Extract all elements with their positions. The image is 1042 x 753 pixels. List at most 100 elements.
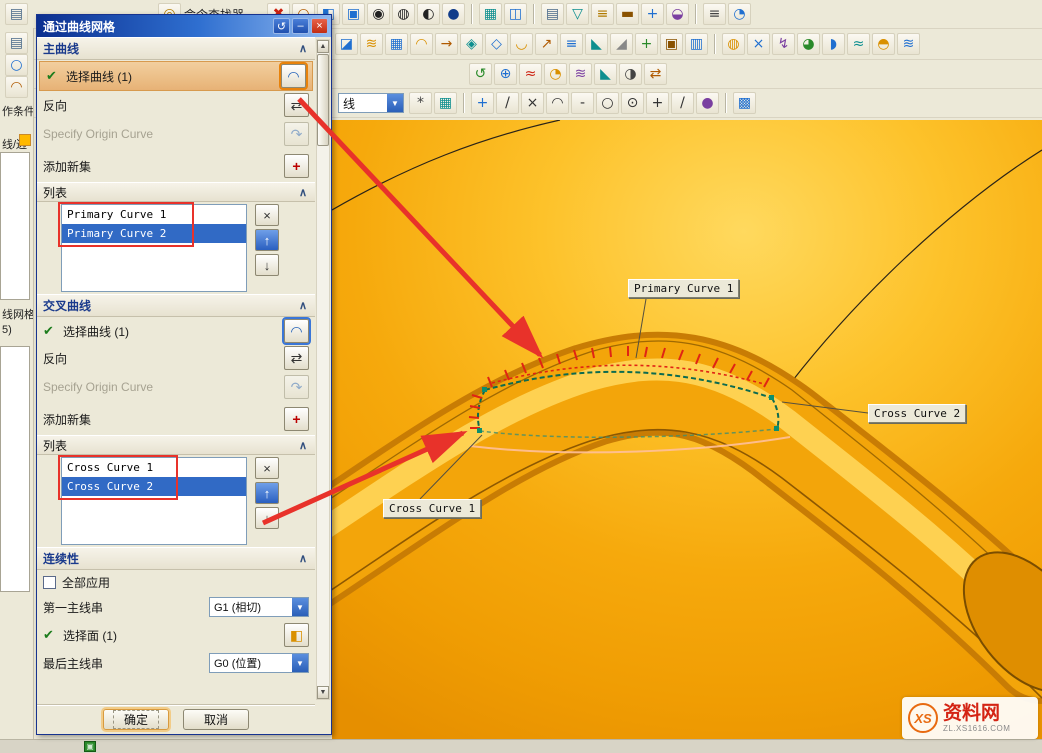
- move-object-icon[interactable]: +: [641, 3, 664, 25]
- freeform-wave-icon[interactable]: ≋: [897, 33, 920, 55]
- dialog-scrollbar[interactable]: ▲ ▼: [316, 39, 330, 700]
- swept-icon[interactable]: ◠: [410, 33, 433, 55]
- offset-surface-icon[interactable]: ≡: [560, 33, 583, 55]
- styled-blend-icon[interactable]: ≈: [847, 33, 870, 55]
- reflection-analysis-icon[interactable]: ◑: [619, 63, 642, 85]
- list-item[interactable]: Primary Curve 1: [62, 205, 246, 224]
- measure-icon[interactable]: ▬: [616, 3, 639, 25]
- first-primary-dropdown[interactable]: G1 (相切) ▼: [209, 597, 309, 617]
- scrollbar-thumb[interactable]: [317, 54, 329, 146]
- extrude-cube-icon[interactable]: ▣: [342, 3, 365, 25]
- primary-add-set-button[interactable]: +: [284, 154, 309, 178]
- curve-comb-analysis-icon[interactable]: ≈: [519, 63, 542, 85]
- spreadsheet-icon[interactable]: ▤: [541, 3, 564, 25]
- annotation-cross-curve-1[interactable]: Cross Curve 1: [383, 499, 481, 518]
- untrim-icon[interactable]: ◢: [610, 33, 633, 55]
- primary-select-curve-row[interactable]: ✔ 选择曲线 (1) ◠: [39, 61, 313, 91]
- scroll-down-icon[interactable]: ▼: [317, 686, 329, 699]
- chevron-down-icon[interactable]: ▼: [292, 598, 308, 616]
- remove-item-button[interactable]: ×: [255, 204, 279, 226]
- quadrant-snap-icon[interactable]: ⊙: [621, 92, 644, 114]
- cross-reverse-button[interactable]: ⇄: [284, 346, 309, 370]
- move-up-button[interactable]: ↑: [255, 482, 279, 504]
- ruled-surface-icon[interactable]: ◪: [335, 33, 358, 55]
- primary-curve-list[interactable]: Primary Curve 1 Primary Curve 2: [61, 204, 247, 292]
- subtract-icon[interactable]: ◍: [392, 3, 415, 25]
- list-item[interactable]: Cross Curve 1: [62, 458, 246, 477]
- primary-reverse-button[interactable]: ⇄: [284, 93, 309, 117]
- collapse-chevron-icon[interactable]: ∧: [299, 439, 307, 452]
- law-extension-icon[interactable]: ↗: [535, 33, 558, 55]
- cancel-button[interactable]: 取消: [183, 709, 249, 730]
- cross-add-set-button[interactable]: +: [284, 407, 309, 431]
- left-list-area-1[interactable]: [0, 152, 30, 300]
- list-item[interactable]: Cross Curve 2: [62, 477, 246, 496]
- dialog-minimize-button[interactable]: –: [292, 18, 309, 34]
- left-list-area-2[interactable]: [0, 346, 30, 592]
- face-blend-icon[interactable]: ◗: [822, 33, 845, 55]
- mirror-feature-icon[interactable]: ◫: [504, 3, 527, 25]
- gap-flushness-icon[interactable]: ⇄: [644, 63, 667, 85]
- edge-blend-icon[interactable]: ◕: [797, 33, 820, 55]
- cross-select-curve-row[interactable]: ✔ 选择曲线 (1) ◠: [37, 317, 315, 345]
- highlight-lines-icon[interactable]: ≋: [569, 63, 592, 85]
- circle-center-snap-icon[interactable]: ○: [596, 92, 619, 114]
- move-up-button[interactable]: ↑: [255, 229, 279, 251]
- sew-icon[interactable]: +: [635, 33, 658, 55]
- view-orient-icon[interactable]: ◔: [728, 3, 751, 25]
- dialog-close-button[interactable]: ×: [311, 18, 328, 34]
- intersect-icon[interactable]: ◐: [417, 3, 440, 25]
- graphics-viewport[interactable]: Primary Curve 1 Cross Curve 2 Cross Curv…: [332, 120, 1042, 739]
- collapse-chevron-icon[interactable]: ∧: [299, 299, 307, 312]
- type-filter-combobox[interactable]: 线 ▼: [338, 93, 404, 113]
- document-icon[interactable]: ▤: [5, 3, 28, 25]
- sphere-icon[interactable]: ●: [442, 3, 465, 25]
- thicken-icon[interactable]: ▣: [660, 33, 683, 55]
- move-handles-icon[interactable]: +: [471, 92, 494, 114]
- primary-list-header[interactable]: 列表 ∧: [37, 182, 315, 202]
- taskbar-part-icon[interactable]: ▣: [84, 741, 96, 752]
- chevron-down-icon[interactable]: ▼: [387, 94, 403, 112]
- endpoint-snap-icon[interactable]: /: [496, 92, 519, 114]
- annotation-cross-curve-2[interactable]: Cross Curve 2: [868, 404, 966, 423]
- i-form-icon[interactable]: ↯: [772, 33, 795, 55]
- sphere-point-icon[interactable]: ●: [696, 92, 719, 114]
- collapse-chevron-icon[interactable]: ∧: [299, 42, 307, 55]
- show-hide-icon[interactable]: ◒: [666, 3, 689, 25]
- part-filter-icon[interactable]: ▽: [566, 3, 589, 25]
- shaded-view-icon[interactable]: ▩: [733, 92, 756, 114]
- draft-analysis-icon[interactable]: ◣: [594, 63, 617, 85]
- primary-curves-group-header[interactable]: 主曲线 ∧: [37, 37, 315, 60]
- cross-curves-group-header[interactable]: 交叉曲线 ∧: [37, 294, 315, 317]
- arc-center-snap-icon[interactable]: ◠: [546, 92, 569, 114]
- layer-settings-icon[interactable]: ≡: [703, 3, 726, 25]
- primary-select-curve-button[interactable]: ◠: [281, 64, 306, 88]
- point-on-curve-snap-icon[interactable]: +: [646, 92, 669, 114]
- scroll-up-icon[interactable]: ▲: [317, 40, 329, 53]
- apply-all-checkbox[interactable]: [43, 576, 56, 589]
- section-analysis-icon[interactable]: ◔: [544, 63, 567, 85]
- circle-tool-icon[interactable]: ○: [5, 54, 28, 76]
- list-item[interactable]: Primary Curve 2: [62, 224, 246, 243]
- collapse-chevron-icon[interactable]: ∧: [299, 186, 307, 199]
- cross-curve-list[interactable]: Cross Curve 1 Cross Curve 2: [61, 457, 247, 545]
- snap-point-icon[interactable]: *: [409, 92, 432, 114]
- through-curve-mesh-icon[interactable]: ▦: [385, 33, 408, 55]
- sweep-along-guide-icon[interactable]: →: [435, 33, 458, 55]
- deviation-gauge-icon[interactable]: ↺: [469, 63, 492, 85]
- cross-select-curve-button[interactable]: ◠: [284, 319, 309, 343]
- quilt-icon[interactable]: ▥: [685, 33, 708, 55]
- chevron-down-icon[interactable]: ▼: [292, 654, 308, 672]
- last-primary-dropdown[interactable]: G0 (位置) ▼: [209, 653, 309, 673]
- dialog-titlebar[interactable]: 通过曲线网格 ↺ – ×: [37, 15, 331, 37]
- x-form-icon[interactable]: ×: [747, 33, 770, 55]
- doc-icon[interactable]: ▤: [5, 32, 28, 54]
- continuity-group-header[interactable]: 连续性 ∧: [37, 547, 315, 570]
- midpoint-snap-icon[interactable]: -: [571, 92, 594, 114]
- unite-icon[interactable]: ◉: [367, 3, 390, 25]
- select-face-button[interactable]: ◧: [284, 623, 309, 647]
- fit-view-icon[interactable]: ⊕: [494, 63, 517, 85]
- global-shaping-icon[interactable]: ◓: [872, 33, 895, 55]
- bounded-plane-icon[interactable]: ◇: [485, 33, 508, 55]
- n-sided-surface-icon[interactable]: ◈: [460, 33, 483, 55]
